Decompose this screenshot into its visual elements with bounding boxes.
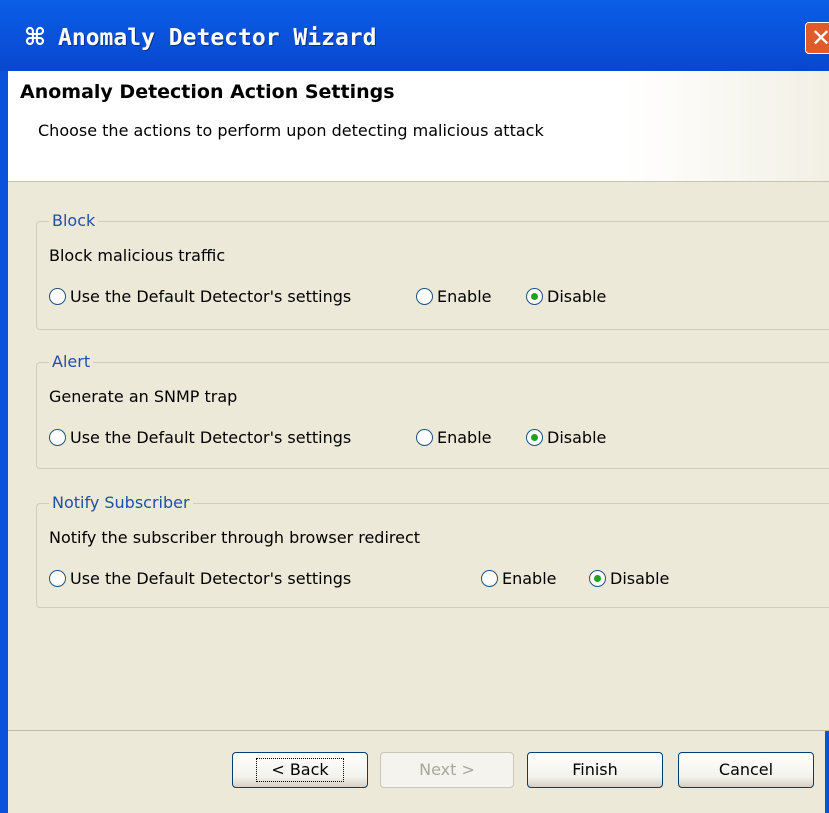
block-radio-row: Use the Default Detector's settings Enab…: [49, 285, 829, 307]
radio-unselected-icon: [416, 287, 433, 305]
radio-selected-icon: [589, 569, 606, 587]
window-left-border: [0, 71, 8, 813]
footer-separator: [8, 730, 829, 731]
radio-label: Use the Default Detector's settings: [70, 427, 352, 447]
group-desc-block: Block malicious traffic: [49, 246, 226, 265]
radio-unselected-icon: [49, 569, 66, 587]
radio-unselected-icon: [481, 569, 498, 587]
notify-default-radio[interactable]: Use the Default Detector's settings: [49, 567, 351, 589]
wizard-content: Block Block malicious traffic Use the De…: [8, 182, 829, 730]
back-button-label: < Back: [256, 758, 344, 782]
alert-default-radio[interactable]: Use the Default Detector's settings: [49, 426, 351, 448]
close-button[interactable]: ✕: [805, 22, 829, 54]
wizard-window: ⌘ Anomaly Detector Wizard ✕ Anomaly Dete…: [0, 0, 829, 813]
alert-enable-radio[interactable]: Enable: [416, 426, 492, 448]
notify-radio-row: Use the Default Detector's settings Enab…: [49, 567, 829, 589]
notify-disable-radio[interactable]: Disable: [589, 567, 669, 589]
wizard-header: Anomaly Detection Action Settings Choose…: [8, 71, 829, 182]
page-subtitle: Choose the actions to perform upon detec…: [38, 121, 544, 140]
radio-unselected-icon: [49, 428, 66, 446]
alert-radio-row: Use the Default Detector's settings Enab…: [49, 426, 829, 448]
window-title: Anomaly Detector Wizard: [58, 25, 377, 51]
group-desc-notify: Notify the subscriber through browser re…: [49, 528, 421, 547]
radio-label: Enable: [437, 286, 492, 306]
radio-label: Enable: [502, 568, 557, 588]
radio-selected-icon: [526, 287, 543, 305]
cancel-button[interactable]: Cancel: [678, 752, 814, 788]
finish-button[interactable]: Finish: [527, 752, 663, 788]
radio-unselected-icon: [49, 287, 66, 305]
notify-group: Notify Subscriber Notify the subscriber …: [36, 493, 829, 608]
back-button[interactable]: < Back: [232, 752, 368, 788]
group-title-block: Block: [49, 211, 99, 230]
notify-enable-radio[interactable]: Enable: [481, 567, 557, 589]
page-title: Anomaly Detection Action Settings: [20, 81, 395, 103]
block-group: Block Block malicious traffic Use the De…: [36, 211, 829, 330]
title-bar[interactable]: ⌘ Anomaly Detector Wizard ✕: [0, 0, 829, 80]
radio-label: Disable: [547, 427, 607, 447]
radio-label: Disable: [610, 568, 670, 588]
group-title-alert: Alert: [49, 352, 94, 371]
next-button[interactable]: Next >: [380, 752, 514, 788]
radio-unselected-icon: [416, 428, 433, 446]
radio-label: Use the Default Detector's settings: [70, 568, 352, 588]
radio-label: Use the Default Detector's settings: [70, 286, 352, 306]
block-default-radio[interactable]: Use the Default Detector's settings: [49, 285, 351, 307]
block-enable-radio[interactable]: Enable: [416, 285, 492, 307]
alert-disable-radio[interactable]: Disable: [526, 426, 606, 448]
alert-group: Alert Generate an SNMP trap Use the Defa…: [36, 352, 829, 469]
radio-selected-icon: [526, 428, 543, 446]
group-desc-alert: Generate an SNMP trap: [49, 387, 238, 406]
radio-label: Enable: [437, 427, 492, 447]
cluster-icon: ⌘: [23, 23, 47, 51]
radio-label: Disable: [547, 286, 607, 306]
block-disable-radio[interactable]: Disable: [526, 285, 606, 307]
group-title-notify: Notify Subscriber: [49, 493, 193, 512]
